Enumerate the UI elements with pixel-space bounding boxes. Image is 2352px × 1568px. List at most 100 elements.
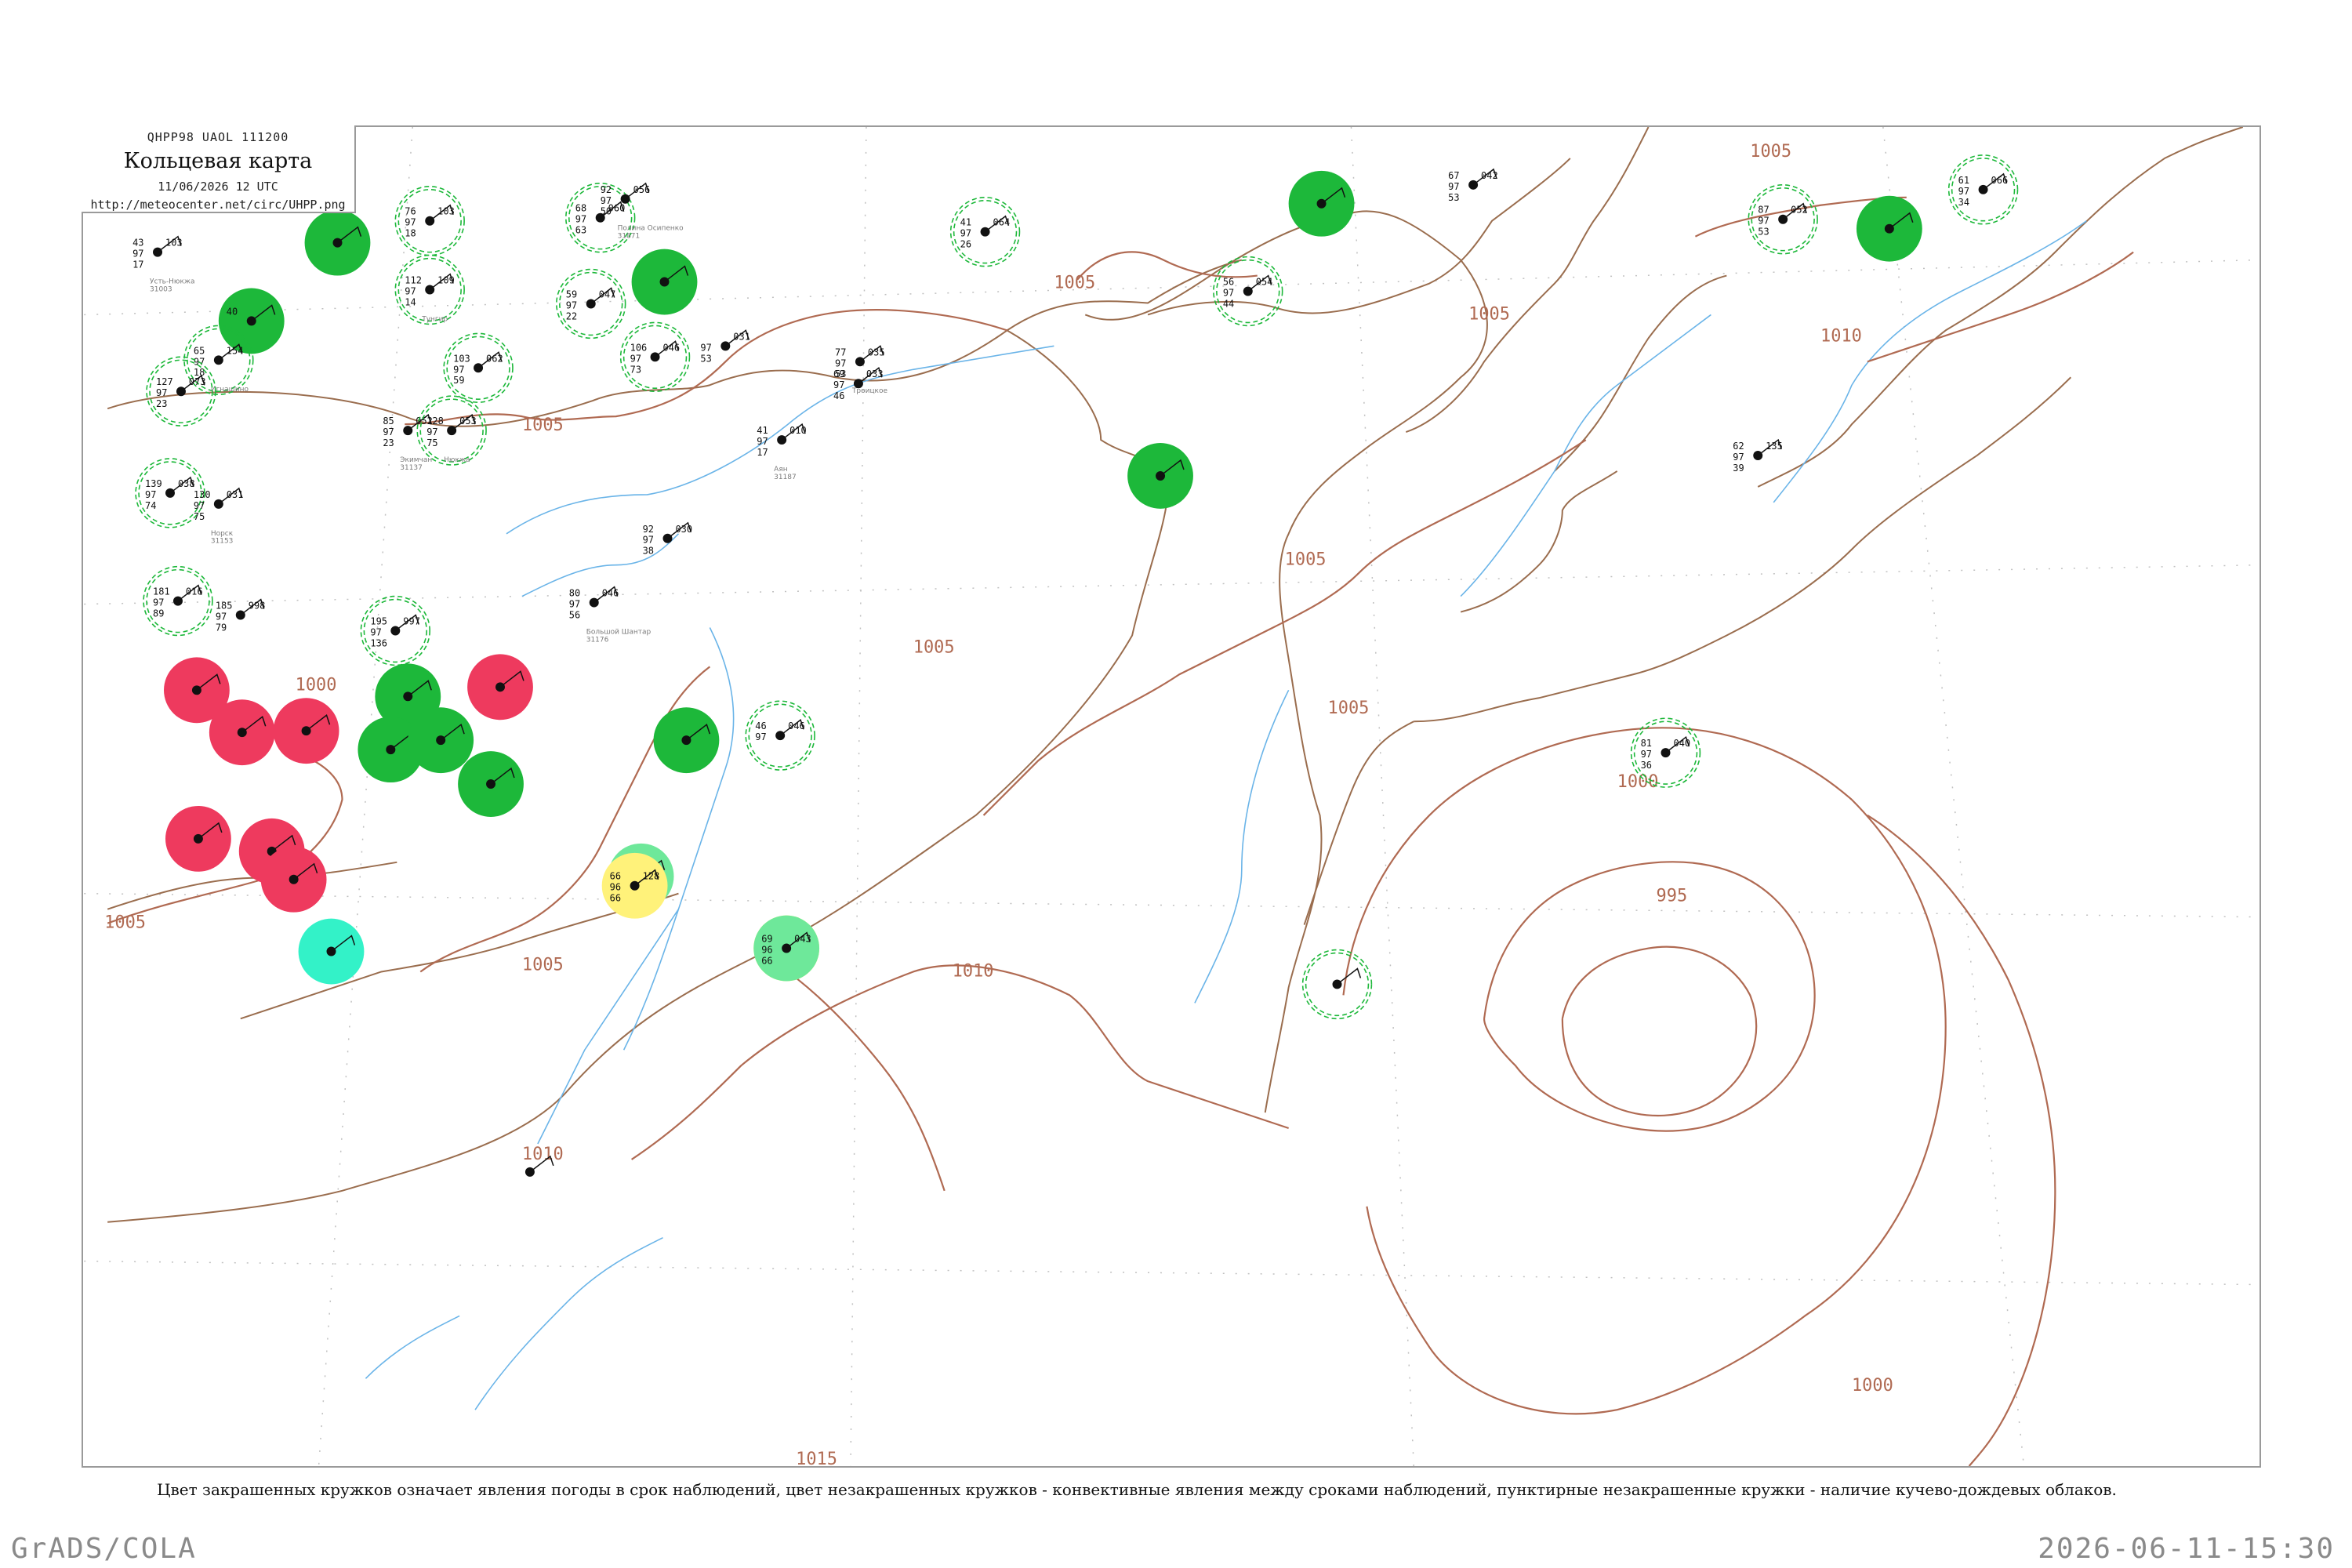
station-marker[interactable] bbox=[298, 918, 365, 985]
station-pressure: 046 bbox=[602, 588, 619, 599]
station-marker[interactable]: 19597136 997 bbox=[360, 595, 431, 666]
station-pressure: 062 bbox=[486, 353, 503, 364]
station-visibility: 96 bbox=[610, 882, 621, 893]
station-dewpoint: 63 bbox=[575, 225, 586, 236]
station-pressure: 054 bbox=[1256, 277, 1273, 288]
station-dot bbox=[447, 426, 457, 436]
isobar-label-1010: 1010 bbox=[522, 1145, 564, 1164]
map-area[interactable]: 1005 1005 1005 1005 1005 1005 1005 1005 … bbox=[82, 125, 2261, 1468]
station-temperature: 43 bbox=[132, 238, 143, 249]
station-marker[interactable]: 879753 052 bbox=[1748, 184, 1818, 255]
station-visibility: 97 bbox=[1758, 216, 1769, 227]
station-marker[interactable] bbox=[260, 846, 327, 913]
station-dot bbox=[235, 610, 245, 620]
station-marker[interactable] bbox=[1301, 949, 1373, 1020]
station-marker[interactable]: 1859779 998 bbox=[216, 598, 266, 633]
station-temperature: 59 bbox=[566, 289, 577, 299]
station-marker[interactable] bbox=[273, 698, 339, 764]
station-temperature: 181 bbox=[153, 586, 170, 597]
station-dot bbox=[172, 596, 183, 606]
isobars bbox=[107, 196, 2134, 1466]
station-name: Тунгир bbox=[421, 315, 448, 323]
station-visibility: 97 bbox=[156, 387, 167, 398]
station-marker[interactable]: 1039759 062 bbox=[443, 332, 514, 403]
station-pressure: 010 bbox=[789, 425, 807, 436]
station-marker[interactable]: 699666 043 bbox=[753, 915, 820, 982]
station-dot bbox=[495, 682, 505, 692]
station-marker[interactable] bbox=[209, 699, 275, 766]
station-visibility: 97 bbox=[569, 599, 580, 610]
station-dot bbox=[390, 626, 401, 636]
rivers bbox=[365, 220, 2087, 1410]
station-temperature: 65 bbox=[194, 345, 205, 356]
station-marker[interactable] bbox=[1856, 195, 1922, 262]
station-dewpoint: 34 bbox=[1958, 197, 1969, 208]
station-marker[interactable] bbox=[165, 805, 231, 872]
station-dewpoint: 75 bbox=[426, 437, 437, 448]
isobar-label-1015: 1015 bbox=[796, 1450, 837, 1466]
station-marker[interactable]: 419717 010 Аян31187 bbox=[757, 423, 807, 481]
station-visibility: 97 bbox=[1733, 452, 1744, 463]
station-marker[interactable]: 769718 103 bbox=[394, 186, 465, 256]
station-visibility: 97 bbox=[194, 500, 205, 511]
station-marker[interactable]: 1819789 016 bbox=[143, 565, 213, 637]
station-pressure: 103 bbox=[165, 238, 183, 249]
station-temperature: 81 bbox=[1641, 738, 1652, 749]
station-marker[interactable]: 629739 135 bbox=[1733, 438, 1783, 474]
station-dewpoint: 66 bbox=[761, 955, 772, 966]
station-dewpoint: 46 bbox=[833, 390, 844, 401]
station-marker[interactable] bbox=[653, 707, 720, 774]
station-marker[interactable]: 419726 064 bbox=[949, 196, 1021, 267]
station-pressure: 053 bbox=[459, 416, 477, 426]
station-marker[interactable]: 439717 103 Усть-Нюкжа31003 bbox=[132, 235, 194, 294]
station-dewpoint: 74 bbox=[145, 500, 156, 511]
station-marker[interactable]: 1129714 109 Тунгир bbox=[394, 254, 465, 325]
station-dewpoint: 18 bbox=[405, 228, 416, 239]
station-visibility: 97 bbox=[383, 426, 394, 437]
station-marker[interactable]: 1289775 053 Нюкжа bbox=[416, 395, 487, 466]
station-marker[interactable]: 599722 047 bbox=[556, 268, 626, 339]
station-dewpoint: 79 bbox=[216, 622, 227, 633]
station-pressure: 030 bbox=[675, 524, 692, 535]
station-name: Игнашино bbox=[211, 386, 249, 394]
station-visibility: 97 bbox=[601, 195, 612, 206]
station-marker[interactable]: 679753 042 bbox=[1448, 168, 1498, 203]
station-marker[interactable] bbox=[304, 209, 371, 276]
station-marker[interactable]: 569744 054 bbox=[1213, 256, 1283, 327]
isobar-label-1005: 1005 bbox=[1328, 699, 1370, 718]
station-visibility: 97 bbox=[575, 214, 586, 225]
station-visibility: 97 bbox=[453, 364, 464, 375]
station-marker[interactable] bbox=[1288, 170, 1355, 237]
station-visibility: 97 bbox=[405, 217, 416, 228]
station-marker[interactable]: 1069773 046 bbox=[619, 321, 691, 393]
station-marker[interactable]: 929738 030 bbox=[643, 521, 693, 557]
station-marker[interactable]: 1279723 073 bbox=[146, 356, 216, 426]
station-pressure: 128 bbox=[643, 871, 660, 882]
station-pressure: 066 bbox=[1991, 175, 2009, 186]
station-id: 31176 bbox=[586, 636, 609, 644]
station-marker[interactable] bbox=[408, 707, 474, 774]
station-marker[interactable]: 669666 128 bbox=[601, 852, 668, 919]
station-name: Экимчан bbox=[400, 456, 432, 464]
station-marker[interactable]: 809756 046 Большой Шантар31176 bbox=[569, 586, 652, 644]
station-marker[interactable] bbox=[1127, 443, 1193, 509]
station-pressure: 135 bbox=[1766, 441, 1783, 452]
station-marker[interactable]: 699746 033 bbox=[833, 367, 884, 401]
station-visibility: 97 bbox=[833, 379, 844, 390]
station-temperature: 68 bbox=[575, 203, 586, 214]
station-marker[interactable]: 619734 066 bbox=[1947, 154, 2019, 225]
station-temperature: 139 bbox=[145, 478, 162, 489]
isobar-labels: 1005 1005 1005 1005 1005 1005 1005 1005 … bbox=[104, 142, 1893, 1466]
isobar-label-1005: 1005 bbox=[522, 955, 564, 975]
station-pressure: 056 bbox=[633, 184, 651, 195]
station-marker[interactable] bbox=[458, 751, 524, 817]
station-visibility: 97 bbox=[132, 249, 143, 260]
station-visibility: 97 bbox=[153, 597, 164, 608]
station-marker[interactable] bbox=[631, 249, 698, 315]
wind-barb-icon bbox=[1337, 967, 1362, 985]
station-marker[interactable]: 1309775 031 Норск31153 bbox=[194, 487, 244, 546]
map-url[interactable]: http://meteocenter.net/circ/UHPP.png bbox=[82, 198, 354, 212]
station-marker[interactable]: 4697 046 bbox=[745, 700, 815, 771]
station-marker[interactable]: 40 bbox=[218, 288, 285, 354]
station-marker[interactable] bbox=[467, 654, 533, 720]
